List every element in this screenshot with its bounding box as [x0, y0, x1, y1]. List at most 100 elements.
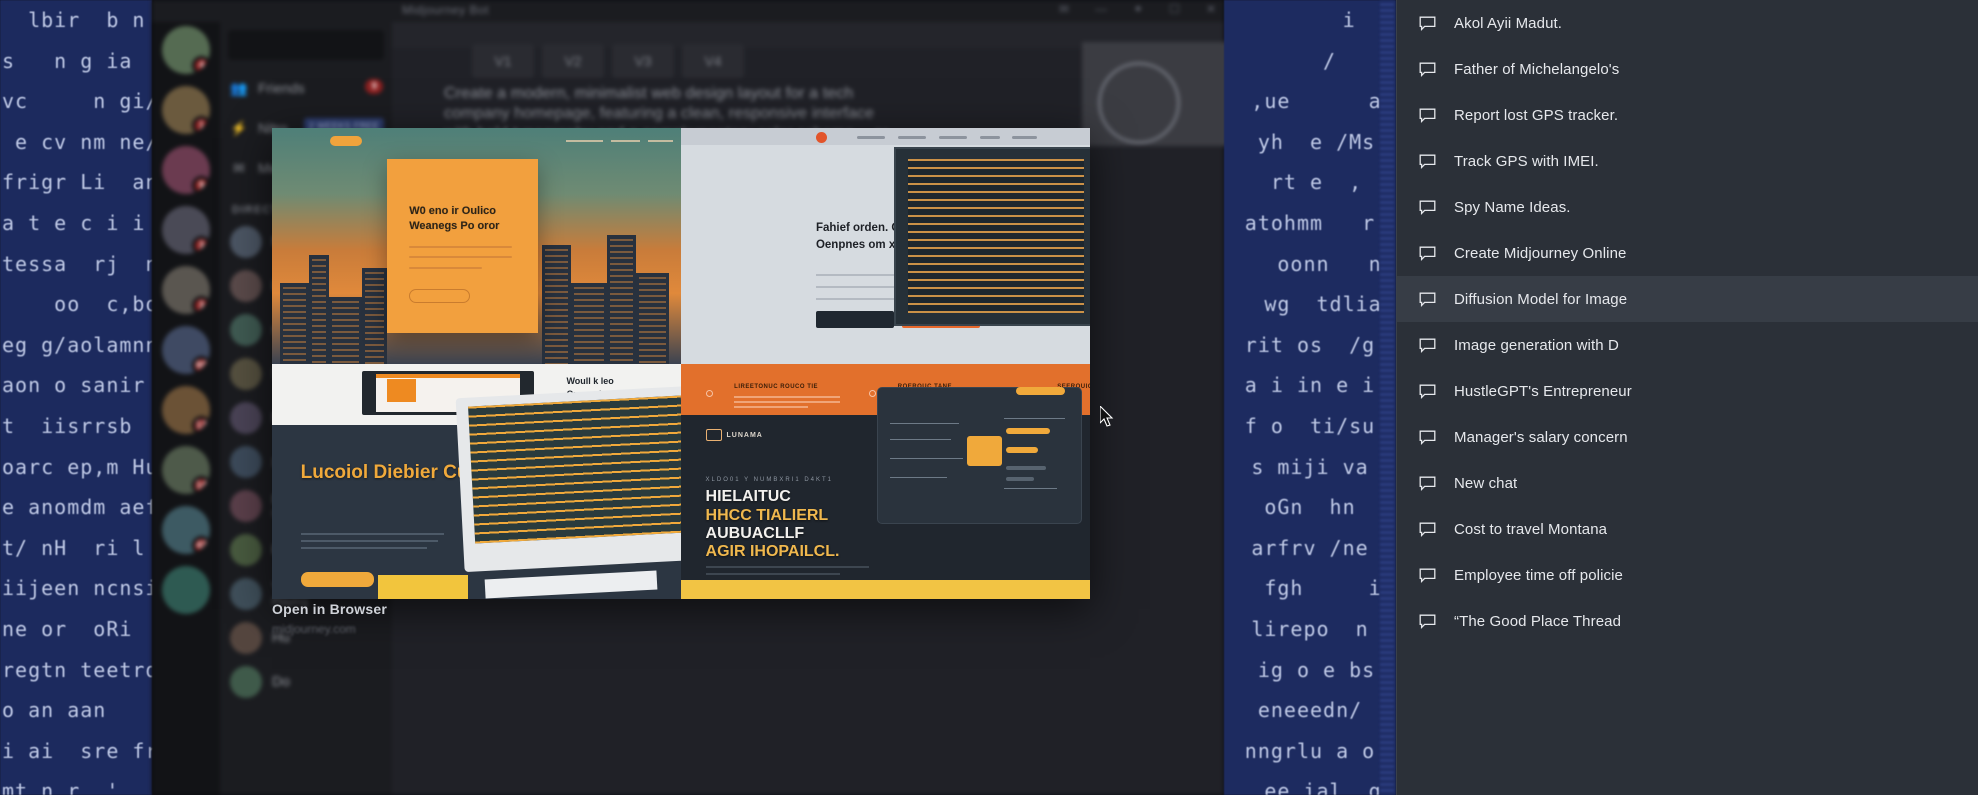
guild-icon[interactable]: 12	[162, 386, 210, 434]
q4-feature-title: LIREETONUC ROUCO TIE	[734, 384, 819, 391]
code-line: ne or oRi	[2, 616, 133, 641]
conversation-item[interactable]: Cost to travel Montana	[1397, 506, 1978, 552]
code-backdrop-right: i / ,ue a yh e /Ms rt e , atohmm r oonn n…	[1224, 0, 1396, 795]
conversation-item[interactable]: Employee time off policie	[1397, 552, 1978, 598]
conversation-label: Father of Michelangelo's	[1454, 60, 1620, 78]
chat-bubble-icon	[1419, 568, 1436, 583]
q3-keyboard	[484, 570, 657, 599]
conversation-item[interactable]: Spy Name Ideas.	[1397, 184, 1978, 230]
conversation-label: Diffusion Model for Image	[1454, 290, 1628, 308]
code-line: atohmm r	[1244, 210, 1376, 235]
upscale-button-v2[interactable]: V2	[542, 44, 604, 78]
open-in-browser-link[interactable]: Open in Browser	[272, 601, 387, 617]
q4-brand-icon	[705, 429, 722, 442]
guild-icon[interactable]: 1	[162, 86, 210, 134]
code-line: ,ue a	[1238, 89, 1382, 114]
code-line: oo c,bo	[2, 292, 152, 317]
conversation-item[interactable]: Diffusion Model for Image	[1397, 276, 1978, 322]
open-in-browser-sublabel: midjourney.com	[272, 622, 356, 636]
upscale-button-v1[interactable]: V1	[472, 44, 534, 78]
chat-bubble-icon	[1419, 16, 1436, 31]
conversation-item[interactable]: HustleGPT's Entrepreneur	[1397, 368, 1978, 414]
guild-rail[interactable]: 4 1 9 3 3 60 12 14 42	[152, 22, 220, 795]
q1-hero-card: W0 eno ir Oulico Weanegs Po oror	[386, 158, 538, 333]
avatar	[230, 490, 262, 522]
upscale-button-v3[interactable]: V3	[612, 44, 674, 78]
guild-icon[interactable]: 4	[162, 26, 210, 74]
midjourney-sail-icon	[1098, 62, 1180, 144]
q3-imac	[455, 385, 681, 573]
code-line: nngrlu a o	[1244, 738, 1376, 763]
chat-bubble-icon	[1419, 62, 1436, 77]
code-line: t/ nH ri l	[2, 535, 146, 560]
guild-icon[interactable]: 42	[162, 506, 210, 554]
guild-unread-badge: 9	[192, 176, 210, 194]
code-line: i ai sre fr	[2, 738, 152, 763]
dm-nav-friends[interactable]: 👥 Friends 9	[220, 68, 392, 108]
code-line: /	[1283, 48, 1337, 73]
avatar	[230, 446, 262, 478]
midjourney-image-grid[interactable]: W0 eno ir Oulico Weanegs Po oror Fahief …	[272, 128, 1090, 599]
grid-image-2[interactable]: Fahief orden. Candco Cx vuoro Oenpnes om…	[681, 128, 1090, 364]
conversation-label: Employee time off policie	[1454, 566, 1623, 584]
guild-icon[interactable]: 3	[162, 206, 210, 254]
code-line: rit os /g	[1244, 332, 1376, 357]
friends-icon: 👥	[230, 79, 248, 96]
dm-list-item[interactable]: Do	[220, 660, 392, 704]
code-line: tessa rj n	[2, 251, 152, 276]
code-line: aon o sanir n	[2, 373, 146, 398]
conversation-item[interactable]: New chat	[1397, 460, 1978, 506]
conversation-item[interactable]: Report lost GPS tracker.	[1397, 92, 1978, 138]
conversation-label: Cost to travel Montana	[1454, 520, 1608, 538]
conversation-item[interactable]: Father of Michelangelo's	[1397, 46, 1978, 92]
grid-image-1[interactable]: W0 eno ir Oulico Weanegs Po oror	[272, 128, 681, 364]
code-line: lirepo n	[1251, 616, 1369, 641]
guild-icon[interactable]: 3	[162, 266, 210, 314]
guild-icon[interactable]: 9	[162, 146, 210, 194]
conversation-item[interactable]: Image generation with D	[1397, 322, 1978, 368]
conversation-item[interactable]: Manager's salary concern	[1397, 414, 1978, 460]
conversation-item[interactable]: Track GPS with IMEI.	[1397, 138, 1978, 184]
q4-eyebrow: XLDO01 Y NUMBXRI1 D4KT1	[705, 476, 834, 483]
chat-history-sidebar[interactable]: Akol Ayii Madut. Father of Michelangelo's…	[1396, 0, 1978, 795]
code-line: oonn n	[1238, 251, 1382, 276]
q1-cta-button	[409, 289, 470, 304]
guild-icon[interactable]: 14	[162, 446, 210, 494]
q4-headline-line3: AUBUACLLF	[705, 524, 805, 542]
conversation-label: Image generation with D	[1454, 336, 1619, 354]
code-backdrop-left: lbir b n s n g ia vc n gi/ e cv nm ne/frig…	[0, 0, 152, 795]
chat-bubble-icon	[1419, 154, 1436, 169]
code-line: iijeen ncnsi	[2, 576, 152, 601]
minimize-icon[interactable]: —	[1095, 2, 1107, 16]
conversation-item[interactable]: Akol Ayii Madut.	[1397, 0, 1978, 46]
code-line: oGn hn	[1264, 495, 1356, 520]
chat-bubble-icon	[1419, 292, 1436, 307]
conversation-item[interactable]: Create Midjourney Online	[1397, 230, 1978, 276]
unread-badge: 9	[365, 79, 383, 94]
code-line: mt n r '	[2, 779, 120, 795]
guild-icon[interactable]: 60	[162, 326, 210, 374]
q1-headline: W0 eno ir Oulico Weanegs Po oror	[409, 204, 500, 232]
code-line: vc n gi/	[2, 89, 152, 114]
code-line: eg g/aolamnn	[2, 332, 152, 357]
code-line: f o ti/su	[1244, 413, 1376, 438]
pin-icon[interactable]: ✦	[1133, 2, 1143, 16]
guild-icon[interactable]	[162, 566, 210, 614]
upscale-button-row[interactable]: V1 V2 V3 V4	[472, 44, 744, 78]
chat-bubble-icon	[1419, 338, 1436, 353]
inbox-icon[interactable]: ✉	[1059, 2, 1069, 16]
code-line: s n g ia	[2, 48, 133, 73]
prompt-line: Create a modern, minimalist web design l…	[444, 85, 854, 102]
search-input[interactable]	[228, 30, 384, 60]
conversation-item[interactable]: “The Good Place Thread	[1397, 598, 1978, 644]
code-line: ig o e bs	[1244, 657, 1376, 682]
q4-headline-line1: HIELAITUC	[705, 488, 791, 506]
maximize-icon[interactable]: ☐	[1169, 2, 1180, 16]
guild-unread-badge: 4	[192, 56, 210, 74]
close-icon[interactable]: ✕	[1206, 2, 1216, 16]
grid-image-4[interactable]: LIREETONUC ROUCO TIE ROEROUC TANE SEEROU…	[681, 363, 1090, 599]
avatar	[230, 270, 262, 302]
grid-image-3[interactable]: Woull k leo Oxxuzoktegrox onttcfory oyc …	[272, 363, 681, 599]
dm-name: Do	[272, 674, 290, 690]
upscale-button-v4[interactable]: V4	[682, 44, 744, 78]
